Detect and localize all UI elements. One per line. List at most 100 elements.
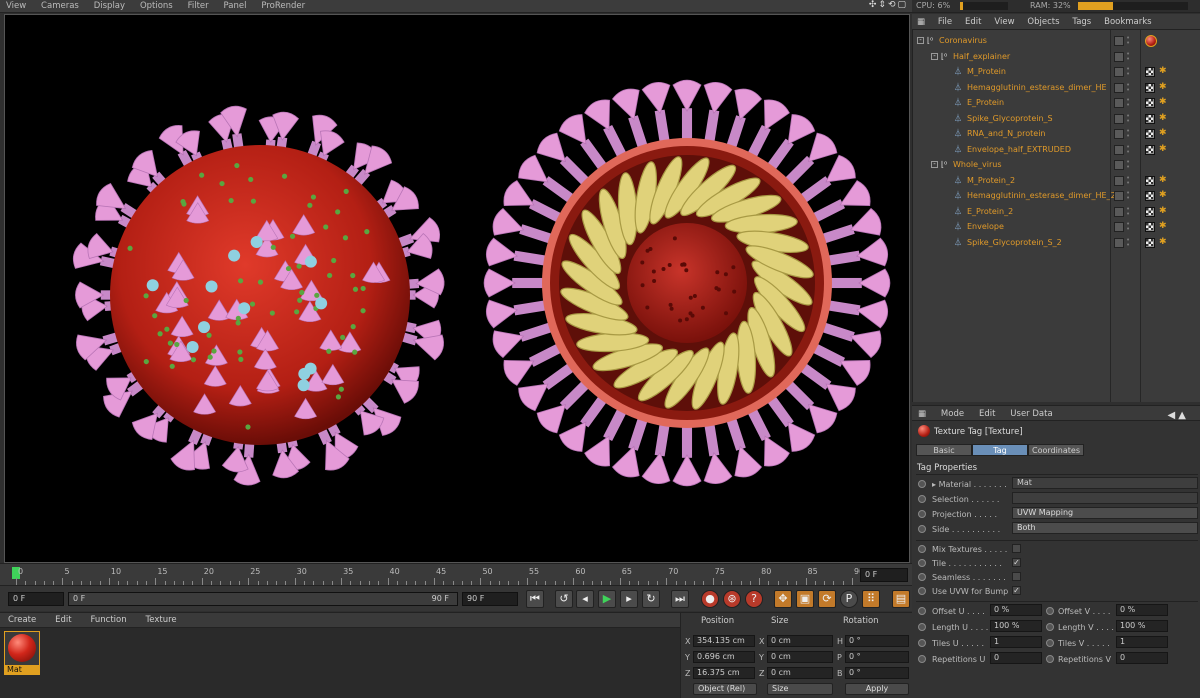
om-menu-icon[interactable]: ▦ — [912, 14, 930, 27]
frame-range-slider[interactable]: 0 F 90 F — [68, 592, 458, 606]
render-visibility-dots-icon[interactable]: • • — [1126, 174, 1132, 186]
play-button[interactable]: ▶ — [598, 590, 616, 608]
collapse-toggle-icon[interactable]: - — [931, 52, 938, 60]
object-row[interactable]: ⌊⁰ - Coronavirus • • — [913, 34, 1200, 49]
layer-visibility-icon[interactable] — [1114, 175, 1124, 186]
am-menu-icon[interactable]: ▦ — [912, 406, 932, 419]
end-frame-field[interactable]: 90 F — [462, 592, 518, 606]
phong-tag-icon[interactable]: ✱ — [1159, 237, 1167, 247]
uvw-tag-icon[interactable] — [1145, 175, 1155, 186]
viewport-menu-display[interactable]: Display — [88, 0, 131, 12]
layer-visibility-icon[interactable] — [1114, 51, 1124, 62]
render-visibility-dots-icon[interactable]: • • — [1126, 66, 1132, 78]
layer-visibility-icon[interactable] — [1114, 82, 1124, 93]
length-v-field[interactable]: 100 % — [1116, 620, 1168, 632]
offset-u-anim-icon[interactable] — [918, 607, 926, 615]
material-menu-edit[interactable]: Edit — [47, 613, 79, 627]
object-row[interactable]: ⌊⁰ - Whole_virus • • — [913, 158, 1200, 173]
layer-visibility-icon[interactable] — [1114, 237, 1124, 248]
object-name[interactable]: RNA_and_N_protein — [967, 129, 1046, 138]
timeline-window-icon[interactable]: ▤ — [892, 590, 910, 608]
uvw-tag-icon[interactable] — [1145, 222, 1155, 232]
object-name[interactable]: E_Protein — [967, 98, 1004, 107]
tab-tag[interactable]: Tag — [972, 444, 1028, 456]
object-row[interactable]: ⏃ E_Protein • • ✱ — [913, 96, 1200, 111]
object-row[interactable]: ⏃ E_Protein_2 • • ✱ — [913, 205, 1200, 220]
repetitions-v-anim-icon[interactable] — [1046, 655, 1054, 663]
am-nav-arrows-icon[interactable]: ◀ ▲ — [1161, 407, 1192, 421]
length-u-anim-icon[interactable] — [918, 623, 926, 631]
length-u-field[interactable]: 100 % — [990, 620, 1042, 632]
render-visibility-dots-icon[interactable]: • • — [1126, 81, 1132, 93]
collapse-toggle-icon[interactable]: - — [931, 161, 938, 168]
coord-mode-dropdown[interactable]: Object (Rel) — [693, 683, 757, 695]
tiles-v-field[interactable]: 1 — [1116, 636, 1168, 648]
position-z-field[interactable]: 16.375 cm — [693, 667, 755, 679]
object-row[interactable]: ⌊⁰ - Half_explainer • • — [913, 50, 1200, 65]
render-visibility-dots-icon[interactable]: • • — [1126, 50, 1132, 62]
goto-end-button[interactable]: ⏭ — [671, 590, 689, 608]
position-y-field[interactable]: 0.696 cm — [693, 651, 755, 663]
object-row[interactable]: ⏃ Envelope • • ✱ — [913, 220, 1200, 235]
object-row[interactable]: ⏃ RNA_and_N_protein • • ✱ — [913, 127, 1200, 142]
goto-start-button[interactable]: ⏮ — [526, 590, 544, 608]
object-name[interactable]: Hemagglutinin_esterase_dimer_HE — [967, 83, 1107, 92]
am-menu-user-data[interactable]: User Data — [1004, 406, 1058, 419]
uvw-tag-icon[interactable] — [1145, 206, 1155, 217]
size-x-field[interactable]: 0 cm — [767, 635, 833, 647]
layer-visibility-icon[interactable] — [1114, 67, 1124, 77]
tiles-u-field[interactable]: 1 — [990, 636, 1042, 648]
phong-tag-icon[interactable]: ✱ — [1159, 144, 1167, 154]
object-row[interactable]: ⏃ Hemagglutinin_esterase_dimer_HE_2 • • ✱ — [913, 189, 1200, 204]
uvw-tag-icon[interactable] — [1145, 129, 1155, 139]
render-visibility-dots-icon[interactable]: • • — [1126, 236, 1132, 248]
layer-visibility-icon[interactable] — [1114, 129, 1124, 139]
repetitions-v-field[interactable]: 0 — [1116, 652, 1168, 664]
object-row[interactable]: ⏃ M_Protein_2 • • ✱ — [913, 174, 1200, 189]
object-name[interactable]: M_Protein_2 — [967, 176, 1015, 185]
object-name[interactable]: Whole_virus — [953, 160, 1002, 169]
render-visibility-dots-icon[interactable]: • • — [1126, 143, 1132, 155]
viewport-3d[interactable] — [4, 14, 910, 563]
mix-textures-anim-icon[interactable] — [918, 545, 926, 553]
render-visibility-dots-icon[interactable]: • • — [1126, 190, 1132, 202]
object-name[interactable]: Hemagglutinin_esterase_dimer_HE_2 — [967, 191, 1116, 200]
material-field[interactable]: Mat — [1012, 477, 1198, 489]
uvw-tag-icon[interactable] — [1145, 144, 1155, 155]
render-visibility-dots-icon[interactable]: • • — [1126, 112, 1132, 124]
viewport-menu-options[interactable]: Options — [134, 0, 179, 12]
viewport-menu-prorender[interactable]: ProRender — [255, 0, 311, 12]
viewport-nav-icons[interactable]: ✣⇕⟲▢ — [869, 0, 908, 10]
viewport-menu-panel[interactable]: Panel — [218, 0, 253, 12]
material-menu-create[interactable]: Create — [0, 613, 44, 627]
render-visibility-dots-icon[interactable]: • • — [1126, 205, 1132, 217]
uvw-tag-icon[interactable] — [1145, 237, 1155, 248]
render-visibility-dots-icon[interactable]: • • — [1126, 35, 1132, 47]
tiles-u-anim-icon[interactable] — [918, 639, 926, 647]
phong-tag-icon[interactable]: ✱ — [1159, 175, 1167, 185]
tiles-v-anim-icon[interactable] — [1046, 639, 1054, 647]
object-row[interactable]: ⏃ M_Protein • • ✱ — [913, 65, 1200, 80]
phong-tag-icon[interactable]: ✱ — [1159, 97, 1167, 107]
coord-size-dropdown[interactable]: Size — [767, 683, 833, 695]
size-z-field[interactable]: 0 cm — [767, 667, 833, 679]
object-name[interactable]: Envelope — [967, 222, 1004, 231]
layer-visibility-icon[interactable] — [1114, 144, 1124, 155]
phong-tag-icon[interactable]: ✱ — [1159, 82, 1167, 92]
object-name[interactable]: M_Protein — [967, 67, 1006, 76]
object-tree[interactable]: ⌊⁰ - Coronavirus • • ⌊⁰ - Half_explainer • • ⏃ M_… — [912, 30, 1200, 402]
size-y-field[interactable]: 0 cm — [767, 651, 833, 663]
length-v-anim-icon[interactable] — [1046, 623, 1054, 631]
om-menu-file[interactable]: File — [933, 14, 957, 27]
phong-tag-icon[interactable]: ✱ — [1159, 113, 1167, 123]
object-row[interactable]: ⏃ Spike_Glycoprotein_S • • ✱ — [913, 112, 1200, 127]
tab-coordinates[interactable]: Coordinates — [1028, 444, 1084, 456]
side-anim-icon[interactable] — [918, 525, 926, 533]
start-frame-field[interactable]: 0 F — [8, 592, 64, 606]
render-visibility-dots-icon[interactable]: • • — [1126, 221, 1132, 233]
move-key-icon[interactable]: ✥ — [774, 590, 792, 608]
current-frame-field[interactable]: 0 F — [860, 568, 908, 582]
rotation-b-field[interactable]: 0 ° — [845, 667, 909, 679]
timeline-ruler[interactable]: 051015202530354045505560657075808590 0 F — [0, 563, 912, 585]
am-menu-edit[interactable]: Edit — [973, 406, 1001, 419]
